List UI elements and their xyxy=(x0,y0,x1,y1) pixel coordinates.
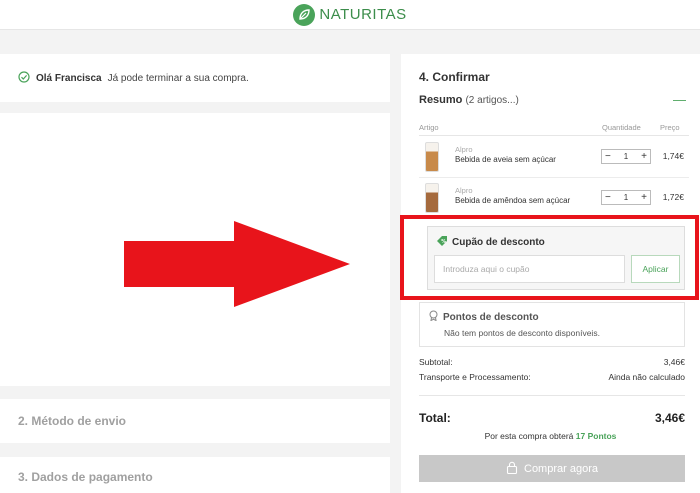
shipping-value: Ainda não calculado xyxy=(608,372,685,382)
points-title-label: Pontos de desconto xyxy=(443,311,539,323)
badge-icon xyxy=(428,310,439,324)
greeting-message: Já pode terminar a sua compra. xyxy=(107,72,249,84)
buy-now-button[interactable]: Comprar agora xyxy=(419,455,685,482)
confirm-title: 4. Confirmar xyxy=(419,70,490,84)
quantity-stepper: − 1 + xyxy=(601,149,651,164)
divider xyxy=(419,395,685,396)
points-title: Pontos de desconto xyxy=(428,310,539,324)
column-item: Artigo xyxy=(419,123,439,132)
product-brand: Alpro xyxy=(455,186,473,195)
step-shipping-method[interactable]: 2. Método de envio xyxy=(0,399,390,443)
product-image[interactable] xyxy=(425,183,439,213)
check-circle-icon xyxy=(18,70,30,86)
discount-points-box: Pontos de desconto Não tem pontos de des… xyxy=(419,302,685,347)
quantity-stepper: − 1 + xyxy=(601,190,651,205)
subtotal-value: 3,46€ xyxy=(663,357,685,367)
total-row: Total: 3,46€ xyxy=(419,411,685,425)
subtotal-row: Subtotal: 3,46€ xyxy=(419,357,685,367)
increase-button[interactable]: + xyxy=(641,192,647,203)
column-price: Preço xyxy=(660,123,680,132)
step-shipping-label: 2. Método de envio xyxy=(18,414,127,428)
column-quantity: Quantidade xyxy=(602,123,641,132)
summary-title: Resumo xyxy=(419,94,463,106)
leaf-icon xyxy=(293,3,316,26)
quantity-value: 1 xyxy=(623,193,629,202)
summary-header[interactable]: Resumo (2 artigos...) xyxy=(419,94,519,106)
product-brand: Alpro xyxy=(455,145,473,154)
cart-item: Alpro Bebida de amêndoa sem açúcar − 1 +… xyxy=(419,179,689,219)
product-image[interactable] xyxy=(425,142,439,172)
decrease-button[interactable]: − xyxy=(605,192,611,203)
site-header: NATURITAS xyxy=(0,0,700,30)
brand-name: NATURITAS xyxy=(319,6,407,23)
step-payment-details[interactable]: 3. Dados de pagamento xyxy=(0,457,390,493)
earn-prefix: Por esta compra obterá xyxy=(484,431,574,441)
step-payment-label: 3. Dados de pagamento xyxy=(18,470,153,484)
user-name: Olá Francisca xyxy=(36,72,102,84)
product-price: 1,72€ xyxy=(662,192,684,202)
product-name[interactable]: Bebida de amêndoa sem açúcar xyxy=(455,196,570,205)
shipping-label: Transporte e Processamento: xyxy=(419,372,531,382)
quantity-value: 1 xyxy=(623,152,629,161)
shipping-row: Transporte e Processamento: Ainda não ca… xyxy=(419,372,685,382)
naturitas-logo[interactable]: NATURITAS xyxy=(293,3,407,26)
pointer-arrow-icon xyxy=(124,221,350,307)
summary-table-header: Artigo Quantidade Preço xyxy=(419,122,689,136)
cart-item: Alpro Bebida de aveia sem açúcar − 1 + 1… xyxy=(419,138,689,178)
lock-icon xyxy=(506,461,518,477)
product-price: 1,74€ xyxy=(662,151,684,161)
earn-points: 17 Pontos xyxy=(575,431,617,441)
increase-button[interactable]: + xyxy=(641,151,647,162)
decrease-button[interactable]: − xyxy=(605,151,611,162)
total-label: Total: xyxy=(419,411,451,425)
earned-points: Por esta compra obterá 17 Pontos xyxy=(401,431,700,441)
total-value: 3,46€ xyxy=(654,411,685,425)
product-name[interactable]: Bebida de aveia sem açúcar xyxy=(455,155,556,164)
login-status: Olá Francisca Já pode terminar a sua com… xyxy=(0,54,390,102)
buy-now-label: Comprar agora xyxy=(524,462,598,475)
summary-count: (2 artigos...) xyxy=(465,95,519,106)
subtotal-label: Subtotal: xyxy=(419,357,453,367)
coupon-highlight-box xyxy=(400,215,699,300)
collapse-icon[interactable]: — xyxy=(673,92,686,107)
points-message: Não tem pontos de desconto disponíveis. xyxy=(444,328,600,338)
